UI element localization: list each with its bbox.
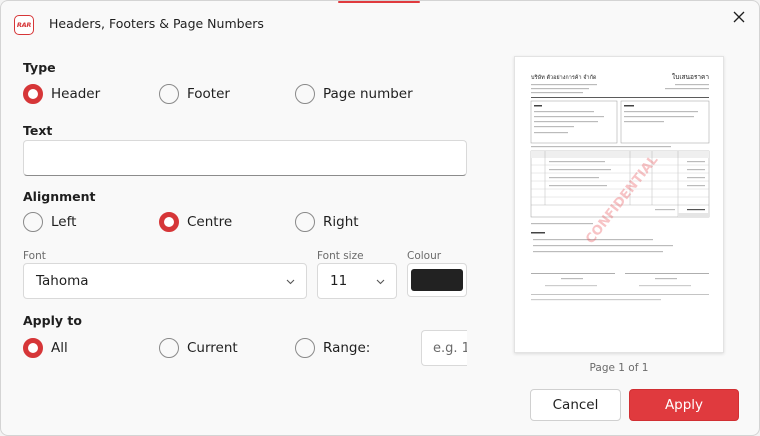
- radio-dot: [23, 338, 43, 358]
- colour-picker[interactable]: [407, 263, 467, 297]
- align-left-radio[interactable]: Left: [23, 212, 76, 232]
- close-icon: [733, 11, 745, 23]
- radio-dot: [295, 338, 315, 358]
- apply-to-label: Apply to: [23, 313, 82, 328]
- font-size-label: Font size: [317, 250, 364, 262]
- alignment-label: Alignment: [23, 189, 96, 204]
- apply-button[interactable]: Apply: [629, 389, 739, 421]
- range-input[interactable]: e.g. 1: [421, 330, 467, 366]
- dialog-title: Headers, Footers & Page Numbers: [49, 16, 264, 31]
- radio-dot: [295, 84, 315, 104]
- font-select-value: Tahoma: [36, 273, 89, 289]
- radio-dot: [295, 212, 315, 232]
- align-right-label: Right: [323, 214, 359, 230]
- apply-range-radio[interactable]: Range:: [295, 338, 370, 358]
- align-right-radio[interactable]: Right: [295, 212, 359, 232]
- type-header-label: Header: [51, 86, 101, 102]
- type-header-radio[interactable]: Header: [23, 84, 100, 104]
- app-icon: RAR: [14, 15, 34, 35]
- font-size-value: 11: [330, 273, 348, 289]
- page-preview: บริษัท ตัวอย่างการค้า จำกัด ใบเสนอราคา C…: [514, 56, 724, 353]
- type-footer-radio[interactable]: Footer: [159, 84, 230, 104]
- font-size-select[interactable]: 11: [317, 263, 397, 299]
- type-label: Type: [23, 60, 56, 75]
- colour-label: Colour: [407, 250, 442, 262]
- close-button[interactable]: [727, 5, 751, 29]
- align-centre-label: Centre: [187, 214, 233, 230]
- cancel-button[interactable]: Cancel: [530, 389, 621, 421]
- page-count: Page 1 of 1: [589, 362, 649, 374]
- type-footer-label: Footer: [187, 86, 230, 102]
- font-label: Font: [23, 250, 46, 262]
- preview-company-name: บริษัท ตัวอย่างการค้า จำกัด: [531, 74, 597, 81]
- type-page-number-radio[interactable]: Page number: [295, 84, 413, 104]
- text-label: Text: [23, 123, 53, 138]
- colour-swatch: [411, 269, 463, 291]
- app-icon-text: RAR: [16, 21, 32, 29]
- type-page-number-label: Page number: [323, 86, 413, 102]
- preview-doc-title: ใบเสนอราคา: [672, 73, 709, 81]
- apply-range-label: Range:: [323, 340, 371, 356]
- document-thumbnail: บริษัท ตัวอย่างการค้า จำกัด ใบเสนอราคา C…: [530, 73, 709, 301]
- window-accent-line: [338, 1, 420, 3]
- headers-footers-dialog: RAR Headers, Footers & Page Numbers Type…: [0, 0, 760, 436]
- apply-all-radio[interactable]: All: [23, 338, 68, 358]
- radio-dot: [159, 338, 179, 358]
- preview-watermark: CONFIDENTIAL: [583, 153, 661, 247]
- align-left-label: Left: [51, 214, 77, 230]
- chevron-down-icon: [286, 279, 295, 285]
- font-select[interactable]: Tahoma: [23, 263, 307, 299]
- align-centre-radio[interactable]: Centre: [159, 212, 232, 232]
- apply-current-label: Current: [187, 340, 238, 356]
- radio-dot: [159, 212, 179, 232]
- radio-dot: [23, 212, 43, 232]
- radio-dot: [159, 84, 179, 104]
- text-input[interactable]: [23, 140, 467, 176]
- chevron-down-icon: [376, 279, 385, 285]
- apply-all-label: All: [51, 340, 68, 356]
- radio-dot: [23, 84, 43, 104]
- apply-current-radio[interactable]: Current: [159, 338, 238, 358]
